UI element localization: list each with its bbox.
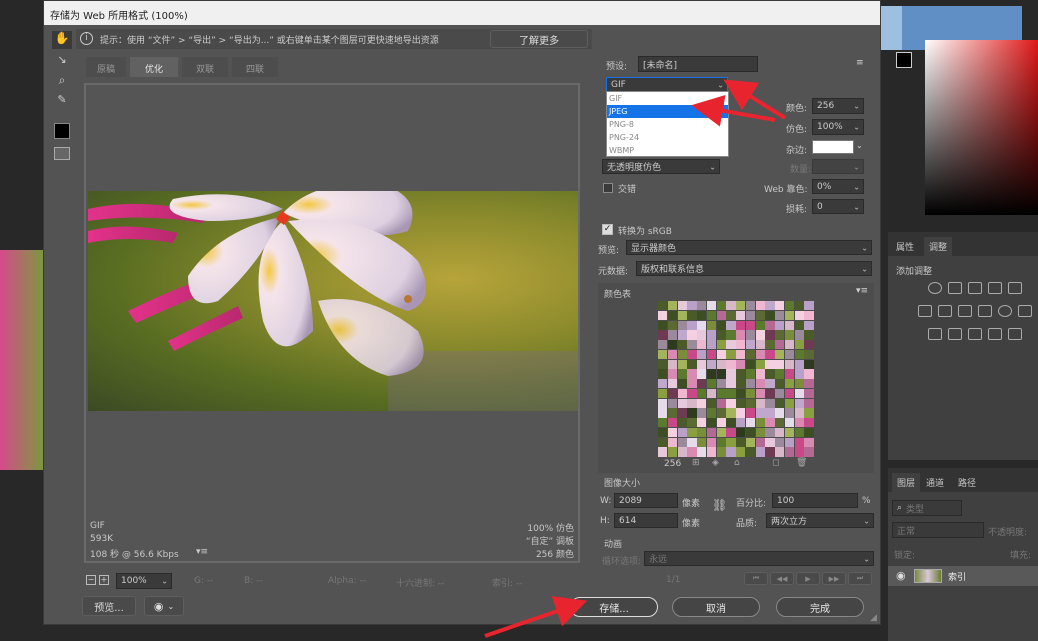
arrow-to-save-button xyxy=(484,596,588,638)
arrow-to-jpeg-option xyxy=(691,95,776,127)
annotation-arrows xyxy=(484,79,787,638)
